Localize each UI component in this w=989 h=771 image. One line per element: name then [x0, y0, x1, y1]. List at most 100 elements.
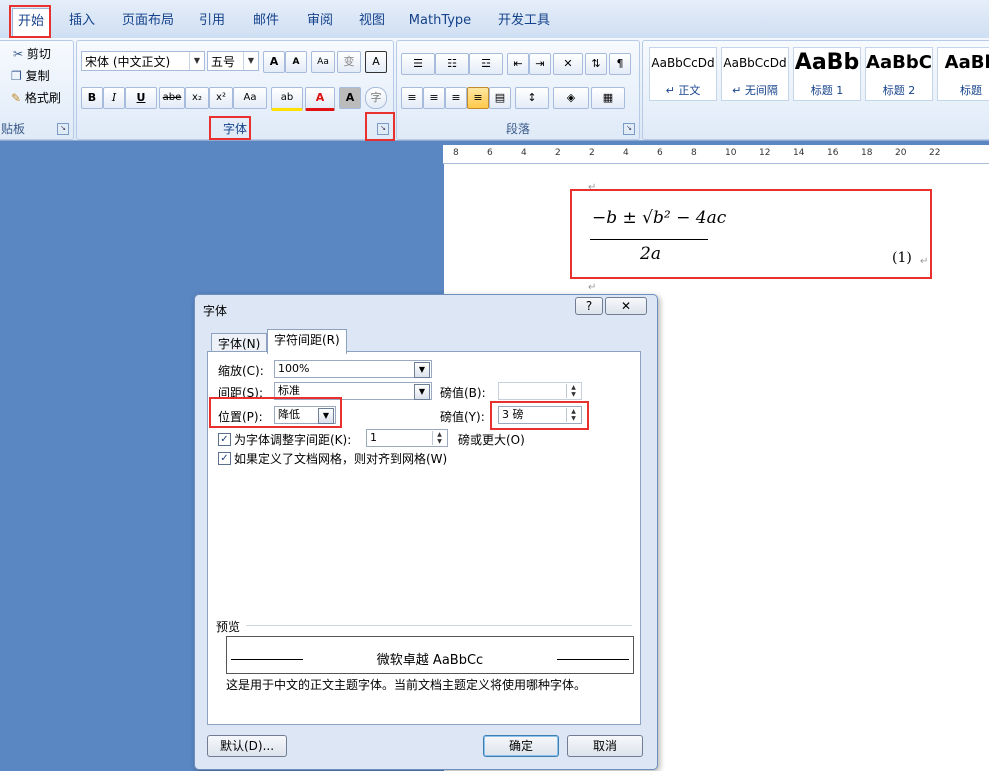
- style-title[interactable]: AaBb标题: [937, 47, 989, 101]
- superscript-button[interactable]: x²: [209, 87, 233, 109]
- enclose-char-button[interactable]: 字: [365, 87, 387, 109]
- ruler-tick-label: 8: [691, 148, 697, 158]
- align-center-icon: ≡: [429, 91, 439, 104]
- snap-to-grid-checkbox[interactable]: ✓: [218, 452, 231, 465]
- show-marks-button[interactable]: ¶: [609, 53, 631, 75]
- ruler-tick-label: 22: [929, 148, 941, 158]
- help-button[interactable]: ?: [575, 297, 603, 315]
- justify-icon: ≡: [473, 91, 483, 104]
- cut-button[interactable]: ✂ 剪切: [13, 45, 51, 62]
- ok-button[interactable]: 确定: [483, 735, 559, 757]
- italic-button[interactable]: I: [103, 87, 125, 109]
- tab-review[interactable]: 审阅: [300, 10, 340, 32]
- kerning-checkbox[interactable]: ✓: [218, 433, 231, 446]
- font-size-combo[interactable]: 五号 ▼: [207, 51, 259, 71]
- distributed-button[interactable]: ▤: [489, 87, 511, 109]
- scissors-icon: ✂: [13, 47, 24, 61]
- kerning-suffix: 磅或更大(O): [458, 433, 525, 447]
- paragraph-launcher-icon[interactable]: ↘: [623, 123, 635, 135]
- underline-button[interactable]: U: [125, 87, 157, 109]
- preview-note: 这是用于中文的正文主题字体。当前文档主题定义将使用哪种字体。: [226, 678, 587, 692]
- scale-select[interactable]: 100% ▼: [274, 360, 432, 378]
- multilevel-list-button[interactable]: ☲: [469, 53, 503, 75]
- tab-insert[interactable]: 插入: [60, 10, 104, 32]
- align-right-icon: ≡: [451, 91, 461, 104]
- tab-page-layout[interactable]: 页面布局: [116, 10, 180, 32]
- tab-character-spacing[interactable]: 字符间距(R): [267, 329, 347, 354]
- snap-to-grid-label: 如果定义了文档网格，则对齐到网格(W): [234, 452, 448, 466]
- highlight-font-label: [209, 116, 251, 140]
- shading-button[interactable]: ◈: [553, 87, 589, 109]
- outdent-icon: ⇤: [513, 57, 523, 70]
- style-normal[interactable]: AaBbCcDd ↵ 正文: [649, 47, 717, 101]
- ruler-tick-label: 8: [453, 148, 459, 158]
- copy-button[interactable]: ❐ 复制: [11, 67, 50, 84]
- clipboard-group: ✂ 剪切 ❐ 复制 ✎ 格式刷 贴板 ↘: [0, 40, 74, 140]
- close-button[interactable]: ✕: [605, 297, 647, 315]
- ribbon: ✂ 剪切 ❐ 复制 ✎ 格式刷 贴板 ↘ 宋体 (中文正文) ▼ 五号 ▼ A A …: [0, 38, 989, 141]
- horizontal-ruler[interactable]: 8 6 4 2 2 4 6 8 10 12 14 16 18 20 22: [443, 145, 989, 164]
- ruler-tick-label: 2: [589, 148, 595, 158]
- bullets-button[interactable]: ☰: [401, 53, 435, 75]
- paragraph-group: ☰ ☷ ☲ ⇤ ⇥ ✕ ⇅ ¶ ≡ ≡ ≡ ≡ ▤ ↕ ◈ ▦ 段落 ↘: [396, 40, 640, 140]
- close-icon: ✕: [620, 299, 632, 313]
- ruler-tick-label: 6: [657, 148, 663, 158]
- position-points-label: 磅值(Y):: [440, 410, 485, 424]
- ruler-tick-label: 20: [895, 148, 907, 158]
- style-heading-1[interactable]: AaBb 标题 1: [793, 47, 861, 101]
- chinese-layout-icon: ✕: [563, 57, 573, 70]
- style-heading-2[interactable]: AaBbC 标题 2: [865, 47, 933, 101]
- strikethrough-button[interactable]: abe: [159, 87, 185, 109]
- align-right-button[interactable]: ≡: [445, 87, 467, 109]
- increase-indent-button[interactable]: ⇥: [529, 53, 551, 75]
- align-center-button[interactable]: ≡: [423, 87, 445, 109]
- highlight-home-tab: [9, 5, 51, 38]
- spin-arrows-icon: ▲ ▼: [432, 431, 446, 445]
- tab-references[interactable]: 引用: [192, 10, 232, 32]
- sort-button[interactable]: ⇅: [585, 53, 607, 75]
- spacing-points-spinner[interactable]: ▲ ▼: [498, 382, 582, 400]
- font-color-button[interactable]: A: [305, 87, 335, 111]
- ruler-tick-label: 4: [623, 148, 629, 158]
- tab-view[interactable]: 视图: [352, 10, 392, 32]
- tab-developer[interactable]: 开发工具: [492, 10, 556, 32]
- grow-font-button[interactable]: A: [263, 51, 285, 73]
- style-no-spacing[interactable]: AaBbCcDd ↵ 无间隔: [721, 47, 789, 101]
- dialog-title: 字体: [203, 304, 228, 318]
- ruler-tick-label: 12: [759, 148, 771, 158]
- tab-mailings[interactable]: 邮件: [246, 10, 286, 32]
- char-shading-button[interactable]: A: [339, 87, 361, 109]
- numbering-button[interactable]: ☷: [435, 53, 469, 75]
- indent-icon: ⇥: [535, 57, 545, 70]
- highlight-button[interactable]: ab: [271, 87, 303, 111]
- justify-button[interactable]: ≡: [467, 87, 489, 109]
- clear-format-button[interactable]: Aa: [311, 51, 335, 73]
- char-border-button[interactable]: A: [365, 51, 387, 73]
- highlight-position-points: [490, 401, 589, 430]
- borders-button[interactable]: ▦: [591, 87, 625, 109]
- font-name-combo[interactable]: 宋体 (中文正文) ▼: [81, 51, 205, 71]
- decrease-indent-button[interactable]: ⇤: [507, 53, 529, 75]
- bold-button[interactable]: B: [81, 87, 103, 109]
- spin-arrows-icon: ▲ ▼: [566, 384, 580, 398]
- change-case-button[interactable]: Aa: [233, 87, 267, 109]
- format-painter-button[interactable]: ✎ 格式刷: [11, 89, 61, 106]
- tab-mathtype[interactable]: MathType: [404, 10, 476, 32]
- line-spacing-button[interactable]: ↕: [515, 87, 549, 109]
- chinese-layout-button[interactable]: ✕: [553, 53, 583, 75]
- kerning-spinner[interactable]: 1 ▲ ▼: [366, 429, 448, 447]
- shrink-font-button[interactable]: A: [285, 51, 307, 73]
- ribbon-tab-bar: 开始 插入 页面布局 引用 邮件 审阅 视图 MathType 开发工具: [0, 0, 989, 39]
- phonetic-guide-button[interactable]: 变: [337, 51, 361, 73]
- chevron-down-icon: ▼: [243, 52, 258, 70]
- highlight-position: [209, 397, 342, 428]
- numbered-list-icon: ☷: [447, 57, 457, 70]
- highlight-equation: [570, 189, 932, 279]
- cancel-button[interactable]: 取消: [567, 735, 643, 757]
- align-left-button[interactable]: ≡: [401, 87, 423, 109]
- default-button[interactable]: 默认(D)...: [207, 735, 287, 757]
- ruler-tick-label: 14: [793, 148, 805, 158]
- subscript-button[interactable]: x₂: [185, 87, 209, 109]
- clipboard-launcher-icon[interactable]: ↘: [57, 123, 69, 135]
- brush-icon: ✎: [11, 91, 22, 105]
